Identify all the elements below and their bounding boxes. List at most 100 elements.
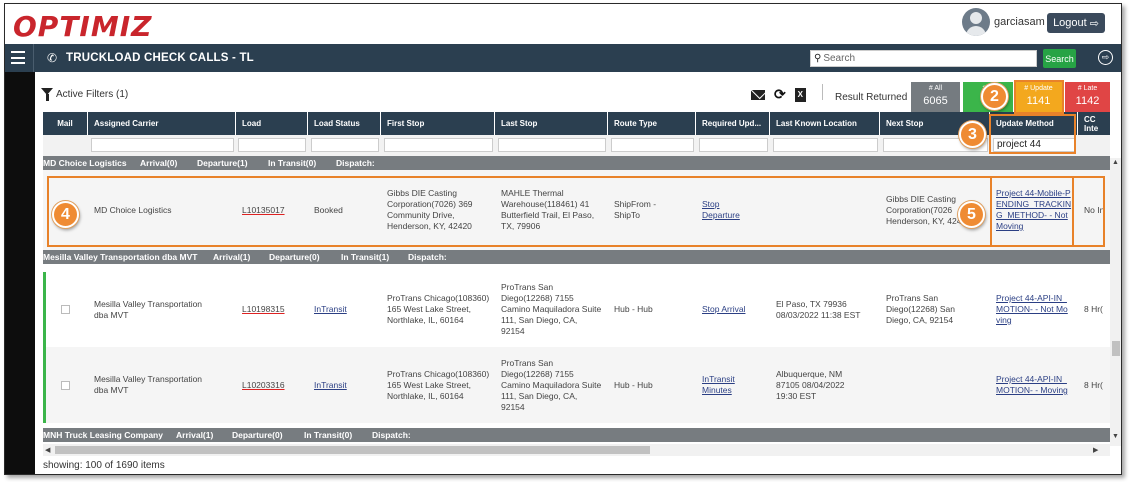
avatar[interactable]	[962, 8, 990, 36]
group-dispatch: Dispatch:	[336, 158, 375, 168]
group-carrier: MD Choice Logistics	[43, 158, 127, 168]
load-link[interactable]: L10198315	[242, 304, 285, 315]
group-in-transit: In Transit(0)	[304, 430, 353, 440]
callout-badge-4: 4	[52, 201, 79, 228]
counter-label: # All	[928, 85, 943, 92]
logout-button[interactable]: Logout ⇨	[1047, 13, 1105, 33]
table-row[interactable]: Mesilla Valley Transportation dba MVT L1…	[43, 347, 1110, 423]
col-load-status[interactable]: Load Status	[308, 112, 381, 135]
mail-icon[interactable]	[751, 89, 765, 100]
excel-export-icon[interactable]: X	[794, 87, 806, 102]
vertical-scroll-thumb[interactable]	[1112, 341, 1120, 356]
cell-route-type: Hub - Hub	[614, 379, 653, 390]
search-input[interactable]: ⚲ Search	[810, 50, 1037, 67]
horizontal-scroll-thumb[interactable]	[55, 446, 650, 454]
col-mail[interactable]: Mail	[43, 112, 88, 135]
filter-icon[interactable]	[41, 88, 53, 101]
app-logo: OPTIMIZ	[13, 10, 153, 43]
highlight-update-method-filter	[989, 114, 1076, 154]
search-icon: ⚲	[814, 53, 822, 64]
filter-last-stop[interactable]	[498, 138, 606, 152]
refresh-icon[interactable]: ⟳	[774, 86, 786, 103]
scroll-right-icon[interactable]: ▶	[1093, 446, 1098, 454]
group-arrival: Arrival(0)	[140, 158, 178, 168]
status-link[interactable]: InTransit	[314, 380, 347, 391]
col-load[interactable]: Load	[236, 112, 308, 135]
toolbar: Active Filters (1) ⟳ X Result Returned #…	[35, 72, 1110, 112]
counter-label: # Late	[1077, 85, 1098, 92]
cell-next-stop: ProTrans San Diego(12268) San Diego, CA,…	[886, 293, 955, 325]
group-dispatch: Dispatch:	[372, 430, 411, 440]
col-carrier[interactable]: Assigned Carrier	[88, 112, 236, 135]
page-title: TRUCKLOAD CHECK CALLS - TL	[66, 52, 254, 64]
filter-row: project 44	[43, 135, 1110, 156]
update-method-link[interactable]: Project 44-API-IN_MOTION- - Not Moving	[996, 293, 1070, 326]
required-update-link[interactable]: Stop Arrival	[702, 304, 745, 315]
cell-last-stop: ProTrans San Diego(12268) 7155 Camino Ma…	[501, 282, 602, 336]
user-menu[interactable]: garciasam	[962, 8, 1045, 36]
cell-carrier: Mesilla Valley Transportation dba MVT	[94, 298, 203, 320]
counter-value: 6065	[923, 95, 948, 107]
filter-route-type[interactable]	[611, 138, 694, 152]
result-returned-label: Result Returned	[835, 92, 908, 103]
col-last-known-location[interactable]: Last Known Location	[770, 112, 880, 135]
callout-badge-3: 3	[959, 121, 986, 148]
callout-badge-5: 5	[958, 201, 985, 228]
callout-badge-2: 2	[981, 83, 1008, 110]
col-cc-interval[interactable]: CC Inte	[1078, 112, 1110, 135]
filter-carrier[interactable]	[91, 138, 234, 152]
status-link[interactable]: InTransit	[314, 304, 347, 315]
col-route-type[interactable]: Route Type	[608, 112, 696, 135]
counter-all[interactable]: # All 6065	[911, 82, 960, 112]
required-update-link[interactable]: InTransit Minutes	[702, 374, 751, 396]
cell-cc-interval: 8 Hr(	[1084, 304, 1103, 314]
cell-last-location: El Paso, TX 79936 08/03/2022 11:38 EST	[776, 298, 861, 320]
col-required-update[interactable]: Required Upd...	[696, 112, 770, 135]
cell-next-stop	[880, 347, 980, 423]
group-arrival: Arrival(1)	[213, 252, 251, 262]
logout-icon: ⇨	[1089, 17, 1099, 30]
pagination-info: showing: 100 of 1690 items	[43, 460, 165, 471]
group-header[interactable]: Mesilla Valley Transportation dba MVT Ar…	[43, 250, 1110, 264]
group-dispatch: Dispatch:	[408, 252, 447, 262]
group-header[interactable]: MNH Truck Leasing Company Arrival(1) Dep…	[43, 428, 1110, 442]
cell-last-location: Albuquerque, NM 87105 08/04/2022 19:30 E…	[776, 368, 845, 401]
cell-first-stop: ProTrans Chicago(108360) 165 West Lake S…	[387, 368, 490, 401]
group-departure: Departure(1)	[197, 158, 248, 168]
filter-required-update[interactable]	[699, 138, 768, 152]
group-header[interactable]: MD Choice Logistics Arrival(0) Departure…	[43, 156, 1110, 170]
group-carrier: Mesilla Valley Transportation dba MVT	[43, 252, 198, 262]
cell-last-stop: ProTrans San Diego(12268) 7155 Camino Ma…	[501, 357, 602, 412]
scroll-left-icon[interactable]: ◀	[45, 446, 50, 454]
col-last-stop[interactable]: Last Stop	[495, 112, 608, 135]
logout-label: Logout	[1053, 17, 1087, 29]
search-button[interactable]: Search	[1043, 49, 1076, 68]
counter-late[interactable]: # Late 1142	[1065, 82, 1110, 112]
row-checkbox[interactable]	[61, 380, 70, 390]
group-carrier: MNH Truck Leasing Company	[43, 430, 163, 440]
highlight-update-method-cell	[990, 176, 1074, 247]
vertical-scrollbar[interactable]	[1110, 158, 1121, 446]
row-checkbox[interactable]	[61, 305, 70, 314]
phone-icon: ✆	[47, 51, 58, 65]
scroll-up-icon[interactable]: ▲	[1112, 159, 1119, 166]
filter-load-status[interactable]	[311, 138, 379, 152]
hamburger-menu-icon[interactable]	[11, 51, 25, 64]
load-link[interactable]: L10203316	[242, 380, 285, 391]
app-window: OPTIMIZ garciasam Logout ⇨ ✆ TRUCKLOAD C…	[4, 3, 1122, 475]
table-row[interactable]: Mesilla Valley Transportation dba MVT L1…	[43, 272, 1110, 347]
filter-first-stop[interactable]	[384, 138, 493, 152]
active-filters-label[interactable]: Active Filters (1)	[56, 89, 128, 100]
group-departure: Departure(0)	[232, 430, 283, 440]
filter-last-location[interactable]	[773, 138, 878, 152]
scroll-down-icon[interactable]: ▼	[1112, 433, 1119, 440]
nav-bar: ✆ TRUCKLOAD CHECK CALLS - TL ⚲ Search Se…	[5, 44, 1121, 72]
filter-load[interactable]	[238, 138, 306, 152]
exit-icon[interactable]: ⇨	[1098, 50, 1113, 65]
top-bar: OPTIMIZ garciasam Logout ⇨	[5, 4, 1121, 44]
cell-route-type: Hub - Hub	[614, 304, 653, 314]
update-method-link[interactable]: Project 44-API-IN_MOTION- - Moving	[996, 374, 1070, 396]
highlight-update-counter	[1014, 80, 1064, 114]
col-first-stop[interactable]: First Stop	[381, 112, 495, 135]
highlight-row	[47, 176, 1105, 247]
